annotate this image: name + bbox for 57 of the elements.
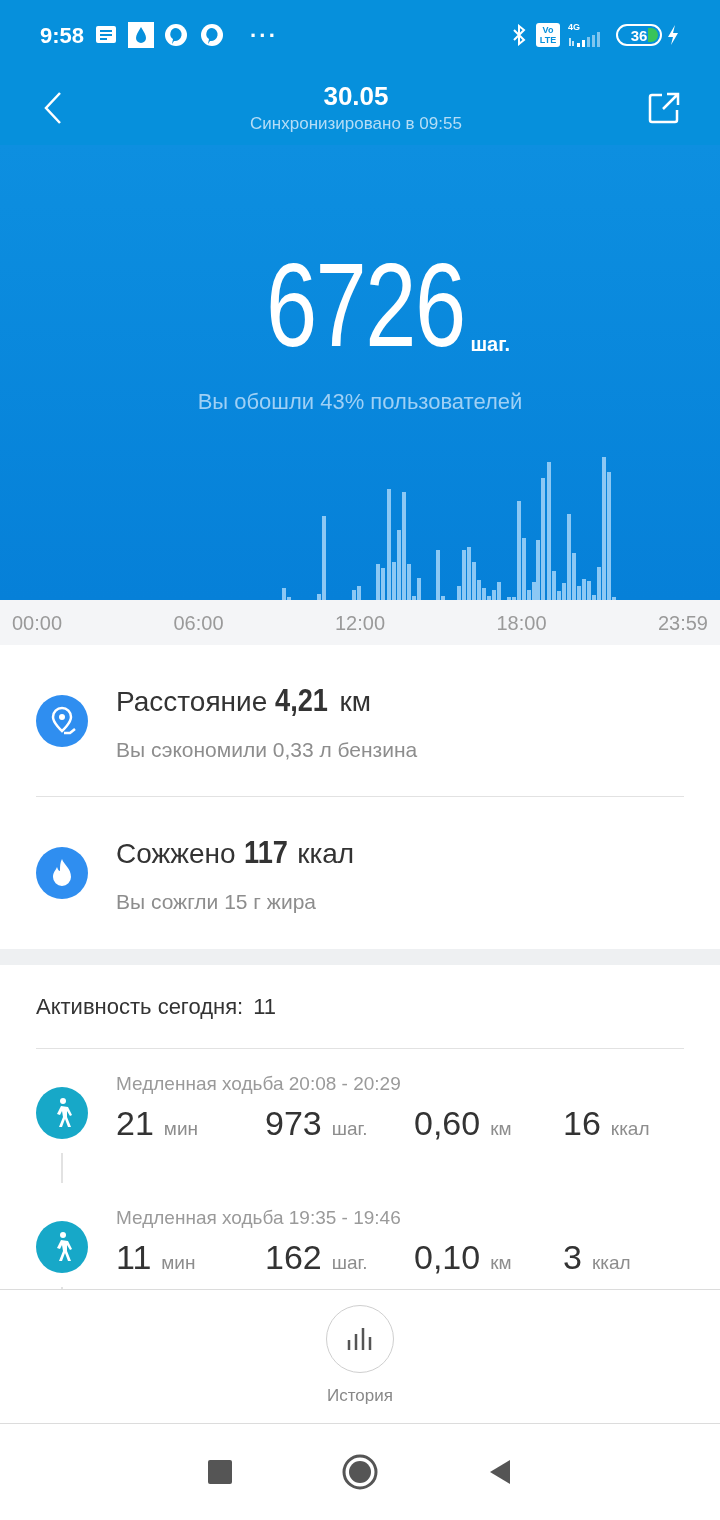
activity-stat-unit: ккал: [610, 1117, 650, 1141]
stat-unit: ккал: [297, 837, 355, 872]
activity-stat-unit: км: [490, 1117, 512, 1141]
activity-stat-unit: шаг.: [331, 1251, 368, 1275]
location-pin-icon: [36, 694, 88, 747]
flame-icon: [36, 847, 88, 899]
share-icon[interactable]: [648, 91, 680, 124]
walking-person-icon: [36, 1221, 88, 1273]
activity-stat-value: 162: [265, 1237, 322, 1277]
drop-icon: [128, 22, 155, 48]
stat-note: Вы сожгли 15 г жира: [116, 889, 317, 916]
activity-title: Активность сегодня:: [36, 993, 244, 1021]
bar-chart-icon: [346, 1327, 374, 1350]
battery-percent: 36: [630, 27, 648, 43]
activity-stat-unit: шаг.: [331, 1117, 368, 1141]
signal-icon: [568, 32, 602, 48]
activity-stat-unit: ккал: [591, 1251, 631, 1275]
axis-label: 23:59: [657, 610, 708, 636]
activity-stat-value: 0,10: [414, 1237, 481, 1277]
stat-value: 117: [243, 833, 288, 873]
stat-unit: км: [339, 684, 372, 719]
axis-label: 18:00: [496, 610, 547, 636]
comparison-text: Вы обошли 43% пользователей: [197, 388, 523, 416]
activity-item-title: Медленная ходьба 20:08 - 20:29: [116, 1072, 402, 1096]
battery-charge-fill: [648, 28, 658, 42]
date-title: 30.05: [323, 79, 389, 112]
activity-count: 11: [253, 993, 277, 1021]
home-icon[interactable]: [342, 1454, 378, 1490]
stat-value: 4,21: [275, 680, 329, 720]
axis-label: 06:00: [173, 610, 224, 636]
axis-label: 00:00: [12, 610, 63, 636]
activity-stat-unit: км: [490, 1251, 512, 1275]
axis-label: 12:00: [334, 610, 386, 636]
step-unit: шаг.: [470, 332, 511, 357]
status-time: 9:58: [40, 21, 85, 50]
activity-stat-value: 3: [563, 1237, 582, 1277]
more-notifications: ···: [250, 21, 279, 50]
charging-icon: [666, 24, 680, 46]
bluetooth-icon: [512, 24, 526, 46]
activity-stat-value: 21: [116, 1103, 154, 1143]
network-type: 4G: [568, 22, 580, 32]
history-label: История: [327, 1384, 393, 1407]
activity-stat-value: 0,60: [414, 1103, 481, 1143]
stat-label: Расстояние: [116, 684, 268, 719]
walking-person-icon: [36, 1087, 88, 1139]
volte-icon: Vo LTE: [536, 23, 560, 47]
sync-time: Синхронизировано в 09:55: [250, 112, 462, 135]
activity-stat-unit: мин: [161, 1251, 196, 1275]
step-count: 6726: [265, 245, 465, 365]
activity-stat-value: 16: [563, 1103, 601, 1143]
stat-label: Сожжено: [116, 837, 236, 872]
stat-note: Вы сэкономили 0,33 л бензина: [116, 736, 418, 763]
activity-stat-value: 11: [116, 1237, 152, 1277]
back-icon[interactable]: [488, 1458, 512, 1486]
activity-stat-unit: мин: [163, 1117, 198, 1141]
activity-stat-value: 973: [265, 1103, 322, 1143]
activity-item-title: Медленная ходьба 19:35 - 19:46: [116, 1206, 402, 1230]
